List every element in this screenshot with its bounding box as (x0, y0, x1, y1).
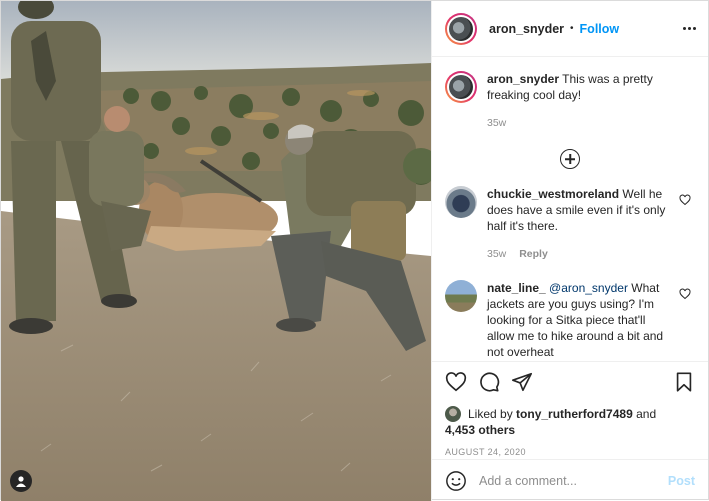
liker-avatar[interactable] (445, 406, 461, 422)
likes-and: and (636, 407, 657, 421)
comment-item: nate_line_ @aron_snyder What jackets are… (445, 280, 695, 360)
commenter-avatar[interactable] (445, 186, 477, 218)
user-icon (16, 476, 26, 487)
likes-count[interactable]: 4,453 others (445, 423, 695, 437)
author-username[interactable]: aron_snyder (489, 22, 564, 36)
follow-button[interactable]: Follow (580, 22, 620, 36)
post-sidebar: aron_snyder • Follow aron_snyder This wa… (431, 1, 708, 501)
post-date[interactable]: AUGUST 24, 2020 (445, 447, 695, 457)
caption-age[interactable]: 35w (487, 117, 506, 129)
comment-like-heart-icon[interactable] (679, 194, 691, 206)
plus-circle-icon (560, 149, 580, 169)
reply-button[interactable]: Reply (519, 248, 548, 260)
commenter-avatar[interactable] (445, 280, 477, 312)
comment-input[interactable]: Add a comment... (479, 474, 668, 488)
comment-mention[interactable]: @aron_snyder (549, 281, 628, 295)
comments-list[interactable]: aron_snyder This was a pretty freaking c… (432, 57, 708, 361)
author-avatar[interactable] (445, 12, 477, 45)
load-more-comments-button[interactable] (445, 149, 695, 169)
likes-summary: Liked by tony_rutherford7489 and (445, 406, 695, 422)
caption: aron_snyder This was a pretty freaking c… (445, 71, 695, 131)
comment-username[interactable]: chuckie_westmoreland (487, 187, 619, 201)
post-actions: Liked by tony_rutherford7489 and 4,453 o… (432, 361, 708, 459)
more-options-icon[interactable] (683, 27, 696, 30)
liker-username[interactable]: tony_rutherford7489 (516, 407, 633, 421)
comment-like-heart-icon[interactable] (679, 288, 691, 300)
tagged-users-button[interactable] (10, 470, 32, 492)
separator-dot: • (570, 23, 574, 34)
comment-item: chuckie_westmoreland Well he does have a… (445, 186, 695, 262)
caption-avatar[interactable] (445, 71, 477, 103)
comment-username[interactable]: nate_line_ (487, 281, 546, 295)
post-photo[interactable] (1, 1, 431, 501)
post-header: aron_snyder • Follow (432, 1, 708, 57)
comment-icon[interactable] (478, 371, 500, 393)
add-comment-bar: Add a comment... Post (432, 459, 708, 501)
bookmark-icon[interactable] (673, 371, 695, 393)
caption-username[interactable]: aron_snyder (487, 72, 559, 86)
comment-age[interactable]: 35w (487, 248, 506, 260)
instagram-post: aron_snyder • Follow aron_snyder This wa… (0, 0, 709, 501)
hunting-photo (1, 1, 431, 501)
share-icon[interactable] (511, 371, 533, 393)
heart-icon[interactable] (445, 371, 467, 393)
emoji-icon[interactable] (445, 470, 467, 492)
likes-prefix: Liked by (468, 407, 513, 421)
post-comment-button[interactable]: Post (668, 474, 695, 488)
